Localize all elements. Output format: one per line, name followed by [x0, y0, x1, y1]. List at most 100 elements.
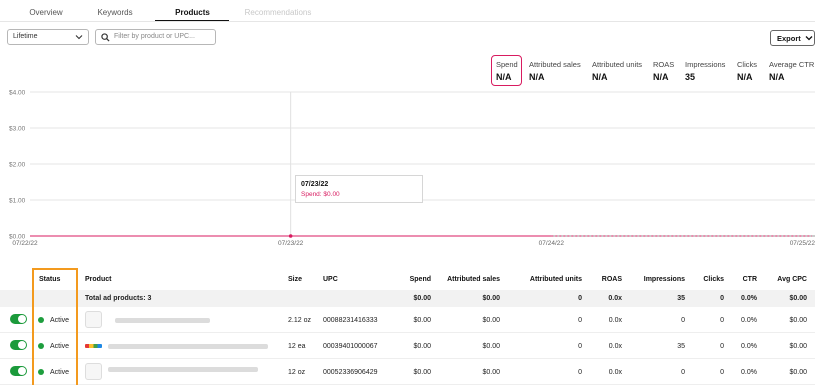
y-tick-label: $4.00 — [9, 90, 26, 97]
metric-label: Impressions — [685, 60, 726, 69]
clicks: 0 — [720, 343, 724, 350]
metric-value: N/A — [737, 72, 753, 82]
size: 12 oz — [288, 369, 306, 376]
metric-impressions[interactable]: Impressions 35 — [685, 60, 725, 82]
search-placeholder: Filter by product or UPC... — [114, 33, 195, 40]
ctr: 0.0% — [741, 343, 757, 350]
attributed-sales: $0.00 — [482, 369, 500, 376]
metric-roas[interactable]: ROAS N/A — [653, 60, 674, 82]
x-tick-label: 07/23/22 — [278, 240, 304, 247]
toggle-knob — [18, 341, 26, 349]
ctr: 0.0% — [741, 317, 757, 324]
metric-label: Attributed units — [592, 60, 643, 69]
attributed-sales: $0.00 — [482, 317, 500, 324]
header-ctr[interactable]: CTR — [743, 276, 757, 283]
chevron-down-icon — [805, 36, 813, 41]
header-impressions[interactable]: Impressions — [644, 276, 685, 283]
table-row: Active 2.12 oz 00088231416333 $0.00 $0.0… — [0, 308, 815, 333]
active-toggle[interactable] — [10, 366, 27, 376]
y-tick-label: $3.00 — [9, 126, 26, 133]
total-ctr: 0.0% — [741, 295, 757, 302]
metric-value: N/A — [592, 72, 608, 82]
chart-tooltip: 07/23/22 Spend: $0.00 — [295, 175, 423, 203]
tab-bar: Overview Keywords Products Recommendatio… — [0, 0, 815, 22]
tooltip-spend: Spend: $0.00 — [301, 191, 340, 198]
spend: $0.00 — [413, 369, 431, 376]
header-avg-cpc[interactable]: Avg CPC — [777, 276, 807, 283]
search-icon — [101, 33, 110, 42]
size: 2.12 oz — [288, 317, 311, 324]
ctr: 0.0% — [741, 369, 757, 376]
export-button[interactable]: Export — [770, 30, 815, 46]
spend-chart: $4.00$3.00$2.00$1.00$0.0007/22/22 07/23/2… — [9, 90, 815, 247]
attributed-sales: $0.00 — [482, 343, 500, 350]
impressions: 0 — [681, 317, 685, 324]
tab-products[interactable]: Products — [170, 8, 215, 17]
totals-row: Total ad products: 3 $0.00 $0.00 0 0.0x … — [0, 290, 815, 307]
date-range-select[interactable]: Lifetime — [7, 29, 89, 45]
x-tick-label: 07/25/22 — [790, 240, 815, 247]
header-attributed-units[interactable]: Attributed units — [530, 276, 582, 283]
metric-value: 35 — [685, 72, 696, 82]
metric-attributed-sales[interactable]: Attributed sales N/A — [529, 60, 581, 82]
roas: 0.0x — [608, 369, 622, 376]
product-search-input[interactable]: Filter by product or UPC... — [95, 29, 216, 45]
upc: 00052336906429 — [323, 369, 378, 376]
active-toggle[interactable] — [10, 340, 27, 350]
metric-value: N/A — [529, 72, 545, 82]
metric-average-ctr[interactable]: Average CTR N/A — [769, 60, 814, 82]
series-point — [288, 234, 293, 238]
y-tick-label: $1.00 — [9, 198, 26, 205]
status-column-highlight — [32, 268, 78, 385]
header-product[interactable]: Product — [85, 276, 111, 283]
tab-keywords[interactable]: Keywords — [96, 8, 134, 17]
total-roas: 0.0x — [608, 295, 622, 302]
impressions: 0 — [681, 369, 685, 376]
toggle-knob — [18, 315, 26, 323]
upc: 00088231416333 — [323, 317, 378, 324]
x-tick-label: 07/22/22 — [12, 240, 38, 247]
table-row: Active 12 oz 00052336906429 $0.00 $0.00 … — [0, 360, 815, 385]
total-clicks: 0 — [720, 295, 724, 302]
header-clicks[interactable]: Clicks — [703, 276, 724, 283]
header-upc[interactable]: UPC — [323, 276, 338, 283]
redacted-product-name — [115, 318, 210, 323]
attributed-units: 0 — [578, 369, 582, 376]
tabs-divider — [0, 21, 815, 22]
metric-label: Average CTR — [769, 60, 815, 69]
spend: $0.00 — [413, 343, 431, 350]
metric-clicks[interactable]: Clicks N/A — [737, 60, 757, 82]
tooltip-date: 07/23/22 — [301, 181, 329, 188]
header-roas[interactable]: ROAS — [602, 276, 622, 283]
total-impressions: 35 — [677, 295, 685, 302]
tab-recommendations[interactable]: Recommendations — [238, 8, 318, 17]
impressions: 35 — [677, 343, 685, 350]
export-label: Export — [777, 34, 801, 43]
metric-spend[interactable]: Spend N/A — [496, 60, 518, 82]
metric-label: Clicks — [737, 60, 757, 69]
metric-label: Attributed sales — [529, 60, 581, 69]
metric-label: ROAS — [653, 60, 675, 69]
attributed-units: 0 — [578, 343, 582, 350]
header-attributed-sales[interactable]: Attributed sales — [447, 276, 500, 283]
total-avg-cpc: $0.00 — [789, 295, 807, 302]
total-label: Total ad products: 3 — [85, 295, 152, 302]
roas: 0.0x — [608, 317, 622, 324]
metric-attributed-units[interactable]: Attributed units N/A — [592, 60, 642, 82]
roas: 0.0x — [608, 343, 622, 350]
product-thumbnail-icon — [85, 363, 102, 380]
attributed-units: 0 — [578, 317, 582, 324]
table-row: Active 12 ea 00039401000067 $0.00 $0.00 … — [0, 334, 815, 359]
metric-value: N/A — [769, 72, 785, 82]
active-toggle[interactable] — [10, 314, 27, 324]
header-size[interactable]: Size — [288, 276, 302, 283]
avg-cpc: $0.00 — [789, 369, 807, 376]
spend: $0.00 — [413, 317, 431, 324]
table-header: Status Product Size UPC Spend Attributed… — [0, 268, 815, 289]
upc: 00039401000067 — [323, 343, 378, 350]
date-range-value: Lifetime — [13, 33, 38, 40]
total-spend: $0.00 — [413, 295, 431, 302]
avg-cpc: $0.00 — [789, 343, 807, 350]
header-spend[interactable]: Spend — [410, 276, 431, 283]
tab-overview[interactable]: Overview — [27, 8, 65, 17]
